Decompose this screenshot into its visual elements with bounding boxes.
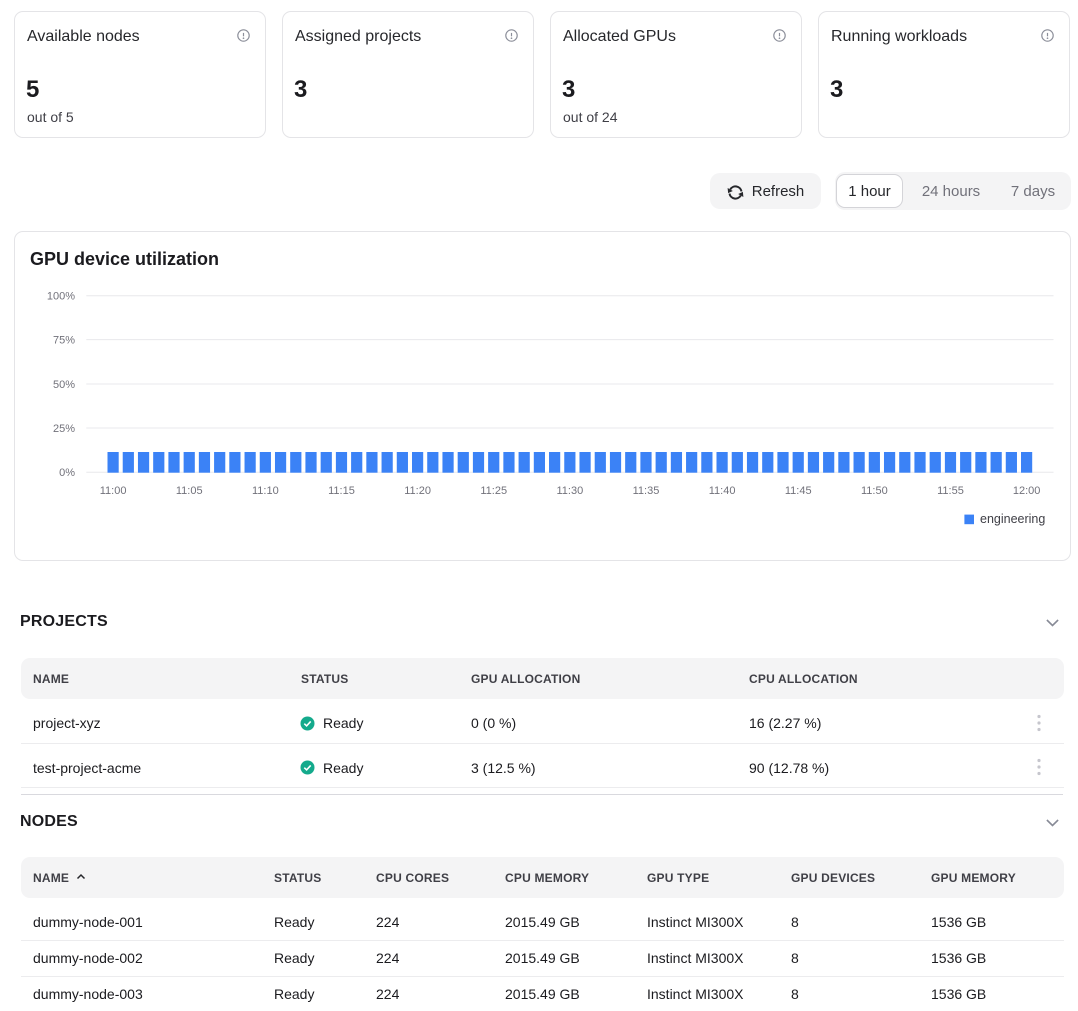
svg-text:0%: 0% — [59, 467, 75, 479]
svg-text:11:05: 11:05 — [176, 485, 203, 497]
svg-text:11:25: 11:25 — [480, 485, 507, 497]
svg-text:75%: 75% — [53, 334, 75, 346]
svg-text:50%: 50% — [53, 379, 75, 391]
svg-text:engineering: engineering — [980, 512, 1045, 526]
svg-text:11:45: 11:45 — [785, 485, 812, 497]
svg-text:11:30: 11:30 — [556, 485, 583, 497]
svg-text:25%: 25% — [53, 423, 75, 435]
svg-text:11:35: 11:35 — [633, 485, 660, 497]
svg-text:11:00: 11:00 — [100, 485, 127, 497]
svg-text:11:40: 11:40 — [709, 485, 736, 497]
svg-text:11:20: 11:20 — [404, 485, 431, 497]
svg-text:12:00: 12:00 — [1013, 485, 1041, 497]
svg-text:11:15: 11:15 — [328, 485, 355, 497]
svg-text:100%: 100% — [47, 291, 75, 303]
svg-text:11:50: 11:50 — [861, 485, 888, 497]
svg-text:11:10: 11:10 — [252, 485, 279, 497]
svg-text:11:55: 11:55 — [937, 485, 964, 497]
